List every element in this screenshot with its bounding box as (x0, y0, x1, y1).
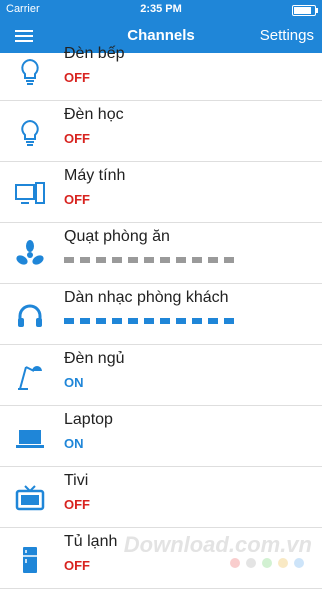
channel-name: Quạt phòng ăn (64, 228, 170, 245)
desk-lamp-icon (14, 361, 46, 393)
level-segment (144, 257, 154, 263)
channel-status: ON (64, 375, 84, 390)
channel-status: ON (64, 436, 84, 451)
fridge-icon (14, 544, 46, 576)
channel-name: Laptop (64, 411, 113, 428)
level-segment (144, 318, 154, 324)
channel-row-den-ngu[interactable]: Đèn ngủ ON (0, 345, 322, 406)
level-segment (176, 257, 186, 263)
level-segment (64, 318, 74, 324)
channel-status: OFF (64, 192, 90, 207)
channel-status: OFF (64, 70, 90, 85)
level-segment (96, 318, 106, 324)
channel-name: Tủ lạnh (64, 533, 118, 550)
status-time: 2:35 PM (140, 3, 182, 15)
channel-row-den-hoc[interactable]: Đèn học OFF (0, 101, 322, 162)
level-segment (80, 318, 90, 324)
watermark-dots (230, 558, 304, 568)
channel-status: OFF (64, 558, 90, 573)
battery-icon (292, 5, 318, 16)
level-bar[interactable] (64, 318, 234, 324)
channel-list: Đèn bếp OFF Đèn học OFF Máy tính OFF Quạ… (0, 45, 322, 589)
channel-name: Dàn nhạc phòng khách (64, 289, 229, 306)
computer-icon (14, 178, 46, 210)
channel-row-dan-nhac[interactable]: Dàn nhạc phòng khách (0, 284, 322, 345)
channel-name: Đèn bếp (64, 45, 125, 62)
level-segment (208, 318, 218, 324)
fan-icon (14, 239, 46, 271)
level-segment (176, 318, 186, 324)
watermark-logo: Download.com.vn (123, 532, 312, 557)
headphones-icon (14, 300, 46, 332)
level-segment (160, 318, 170, 324)
channel-status: OFF (64, 131, 90, 146)
level-segment (112, 318, 122, 324)
status-bar: Carrier 2:35 PM (0, 0, 322, 20)
level-segment (128, 257, 138, 263)
channel-name: Tivi (64, 472, 89, 489)
level-segment (128, 318, 138, 324)
level-segment (80, 257, 90, 263)
level-segment (96, 257, 106, 263)
bulb-icon (14, 56, 46, 88)
level-segment (192, 318, 202, 324)
channel-name: Đèn ngủ (64, 350, 125, 367)
channel-status: OFF (64, 497, 90, 512)
channel-row-laptop[interactable]: Laptop ON (0, 406, 322, 467)
level-segment (64, 257, 74, 263)
laptop-icon (14, 422, 46, 454)
level-segment (208, 257, 218, 263)
channel-row-quat-phong-an[interactable]: Quạt phòng ăn (0, 223, 322, 284)
level-segment (224, 257, 234, 263)
level-segment (192, 257, 202, 263)
level-segment (224, 318, 234, 324)
level-bar[interactable] (64, 257, 234, 263)
channel-row-may-tinh[interactable]: Máy tính OFF (0, 162, 322, 223)
tv-icon (14, 483, 46, 515)
bulb-icon (14, 117, 46, 149)
level-segment (160, 257, 170, 263)
channel-row-tivi[interactable]: Tivi OFF (0, 467, 322, 528)
channel-row-den-bep[interactable]: Đèn bếp OFF (0, 40, 322, 101)
channel-name: Đèn học (64, 106, 124, 123)
channel-name: Máy tính (64, 167, 126, 184)
level-segment (112, 257, 122, 263)
